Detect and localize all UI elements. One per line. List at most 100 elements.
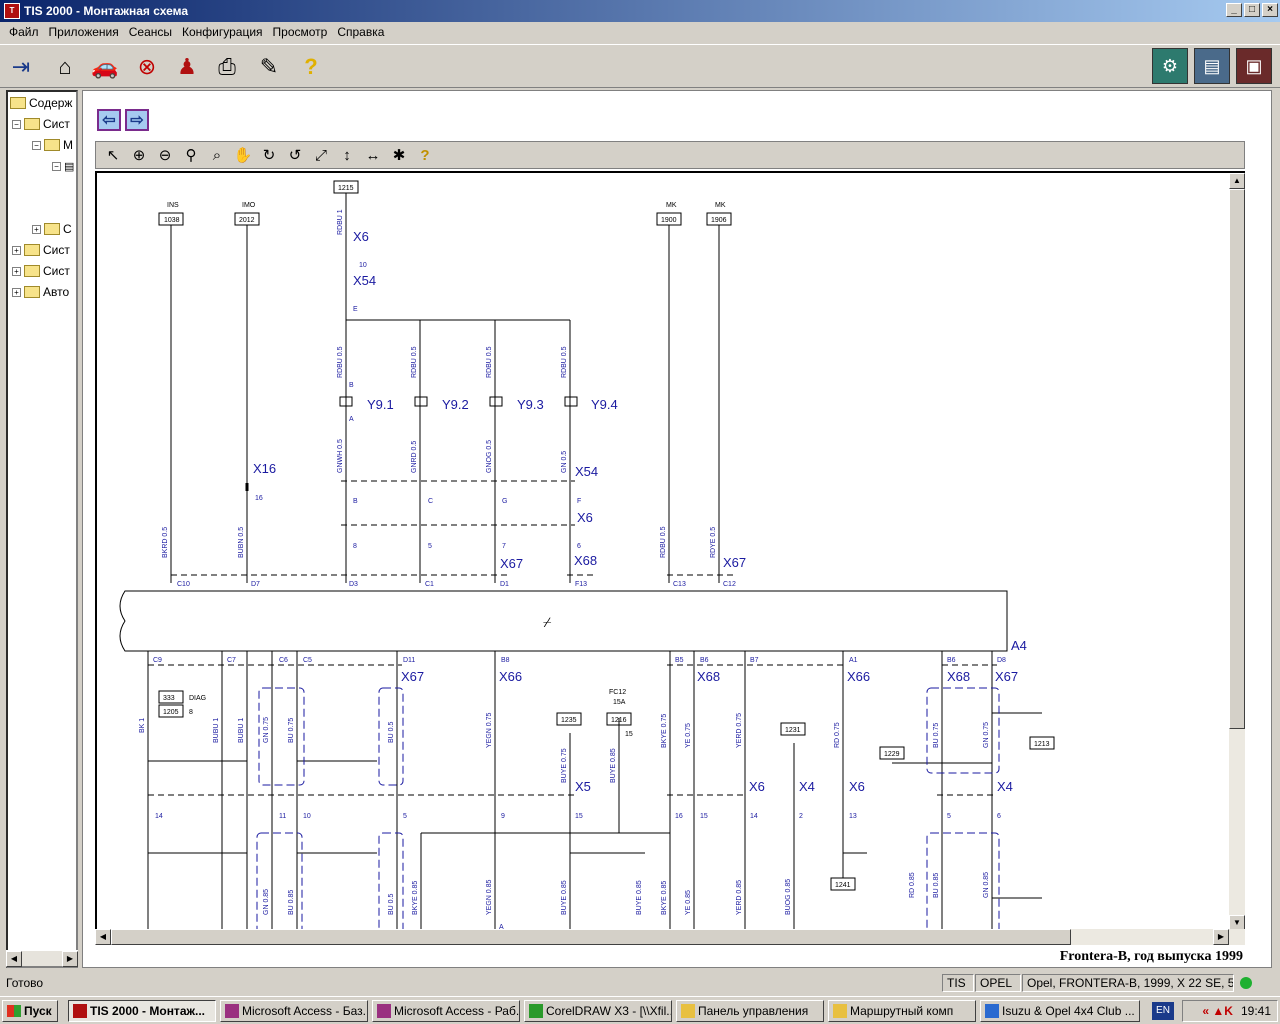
folder-icon	[681, 1004, 695, 1018]
scroll-left-icon[interactable]: ◀	[6, 951, 22, 967]
wire-label: GNWH 0.5	[337, 439, 344, 473]
back-arrow-icon[interactable]: ⇦	[97, 109, 121, 131]
task-control-panel[interactable]: Панель управления	[676, 1000, 824, 1022]
wire-label: RDBU 0.5	[660, 526, 667, 558]
window-title: TIS 2000 - Монтажная схема	[24, 4, 189, 18]
scroll-right-icon[interactable]: ▶	[1213, 929, 1229, 945]
task-browser[interactable]: Isuzu & Opel 4x4 Club ...	[980, 1000, 1140, 1022]
fuse-fc12-label: FC12	[609, 689, 626, 696]
vehicle-app-2-icon[interactable]: ▤	[1194, 48, 1230, 84]
folder-open-icon	[10, 97, 26, 109]
ref-1241: 1241	[835, 882, 851, 889]
connector-x4-bottom-right: X4	[997, 779, 1013, 794]
wire-label: GN 0.85	[263, 889, 270, 915]
tray-icons[interactable]: « ▲K	[1202, 1004, 1233, 1018]
collapse-icon[interactable]: −	[52, 161, 61, 171]
connector-x6-bottom: X6	[749, 779, 765, 794]
horizontal-scroll-thumb[interactable]	[111, 929, 1071, 945]
wire-label: BKYE 0.85	[412, 881, 419, 915]
task-route-computer[interactable]: Маршрутный комп	[828, 1000, 976, 1022]
menu-help[interactable]: Справка	[332, 25, 389, 39]
pin-label: C12	[723, 581, 736, 588]
wire-label: BUBU 1	[213, 718, 220, 743]
menu-sessions[interactable]: Сеансы	[124, 25, 177, 39]
task-tis2000[interactable]: TIS 2000 - Монтаж...	[68, 1000, 216, 1022]
tree-item-auto[interactable]: + Авто	[12, 283, 69, 301]
contents-tree[interactable]: Содерж − Сист − М − ▤ + С + Сист + Сист …	[6, 90, 78, 968]
tree-item-system-3[interactable]: + Сист	[12, 262, 70, 280]
rotate-ccw-icon[interactable]: ↺	[282, 143, 308, 167]
close-button[interactable]: ×	[1262, 3, 1278, 17]
minimize-button[interactable]: _	[1226, 3, 1242, 17]
wire-label: GN 0.75	[983, 722, 990, 748]
scroll-right-icon[interactable]: ▶	[62, 951, 78, 967]
start-button[interactable]: Пуск	[2, 1000, 58, 1022]
exit-icon[interactable]: ⇥	[4, 51, 38, 83]
highlight-icon[interactable]: ✱	[386, 143, 412, 167]
diagram-horizontal-scrollbar[interactable]: ◀ ▶	[95, 929, 1245, 945]
fit-window-icon[interactable]: ⤢	[308, 143, 334, 167]
scroll-up-icon[interactable]: ▲	[1229, 173, 1245, 189]
menu-file[interactable]: Файл	[4, 25, 44, 39]
maximize-button[interactable]: □	[1244, 3, 1260, 17]
fit-width-icon[interactable]: ↔	[360, 143, 386, 167]
pan-hand-icon[interactable]: ✋	[230, 143, 256, 167]
help-icon[interactable]: ?	[294, 51, 328, 83]
help-icon[interactable]: ?	[412, 143, 438, 167]
expand-icon[interactable]: +	[12, 287, 21, 297]
task-access-2[interactable]: Microsoft Access - Раб...	[372, 1000, 520, 1022]
car-icon[interactable]: 🚗	[88, 51, 122, 83]
expand-icon[interactable]: +	[12, 266, 21, 276]
zoom-icon[interactable]: ⚲	[178, 143, 204, 167]
forward-arrow-icon[interactable]: ⇨	[125, 109, 149, 131]
fit-height-icon[interactable]: ↕	[334, 143, 360, 167]
pin-label: 9	[501, 813, 505, 820]
tree-item-document[interactable]: − ▤	[52, 157, 74, 175]
menu-configuration[interactable]: Конфигурация	[177, 25, 268, 39]
rotate-cw-icon[interactable]: ↻	[256, 143, 282, 167]
pin-label: 13	[849, 813, 857, 820]
wire-label: BU 0.85	[933, 873, 940, 898]
zoom-in-icon[interactable]: ⊕	[126, 143, 152, 167]
tree-item-c[interactable]: + С	[32, 220, 72, 238]
collapse-icon[interactable]: −	[32, 140, 41, 150]
home-icon[interactable]: ⌂	[48, 51, 82, 83]
ref-1205: 1205	[163, 709, 179, 716]
tree-item-system-1[interactable]: − Сист	[12, 115, 70, 133]
printer-icon[interactable]: ⎙	[210, 51, 244, 83]
stop-icon[interactable]: ⊗	[130, 51, 164, 83]
zoom-area-icon[interactable]: ⌕	[204, 143, 230, 167]
task-coreldraw[interactable]: CorelDRAW X3 - [\\Xfil...	[524, 1000, 672, 1022]
menu-applications[interactable]: Приложения	[44, 25, 124, 39]
valve-y9-2-symbol	[414, 396, 428, 407]
ref-label-imo: IMO	[242, 202, 256, 209]
tree-item-contents[interactable]: Содерж	[10, 94, 72, 112]
tree-horizontal-scrollbar[interactable]: ◀ ▶	[6, 950, 78, 967]
notes-icon[interactable]: ✎	[252, 51, 286, 83]
scroll-left-icon[interactable]: ◀	[95, 929, 111, 945]
wire-label: GN 0.85	[983, 872, 990, 898]
vertical-scroll-thumb[interactable]	[1229, 189, 1245, 729]
pin-label: B6	[700, 657, 709, 664]
collapse-icon[interactable]: −	[12, 119, 21, 129]
person-icon[interactable]: ♟	[170, 51, 204, 83]
expand-icon[interactable]: +	[12, 245, 21, 255]
tree-item-m[interactable]: − М	[32, 136, 73, 154]
pointer-icon[interactable]: ↖	[100, 143, 126, 167]
vehicle-app-3-icon[interactable]: ▣	[1236, 48, 1272, 84]
fuse-fc12-rating: 15A	[613, 699, 626, 706]
wiring-diagram[interactable]: INS 1038 IMO 2012 1215 MK 1900 MK 1906 ⌿…	[95, 171, 1245, 941]
wire-label: BUBN 0.5	[238, 527, 245, 558]
menu-view[interactable]: Просмотр	[268, 25, 333, 39]
ref-1906: 1906	[711, 217, 727, 224]
task-access-1[interactable]: Microsoft Access - Баз...	[220, 1000, 368, 1022]
zoom-out-icon[interactable]: ⊖	[152, 143, 178, 167]
wire-label: BK 1	[139, 718, 146, 733]
expand-icon[interactable]: +	[32, 224, 41, 234]
language-indicator[interactable]: EN	[1152, 1002, 1174, 1020]
vehicle-app-1-icon[interactable]: ⚙	[1152, 48, 1188, 84]
diagram-vertical-scrollbar[interactable]: ▲ ▼	[1229, 173, 1245, 931]
status-vehicle: Opel, FRONTERA-B, 1999, X 22 SE, 5-MT	[1022, 974, 1234, 992]
title-bar[interactable]: T TIS 2000 - Монтажная схема _ □ ×	[0, 0, 1280, 22]
tree-item-system-2[interactable]: + Сист	[12, 241, 70, 259]
